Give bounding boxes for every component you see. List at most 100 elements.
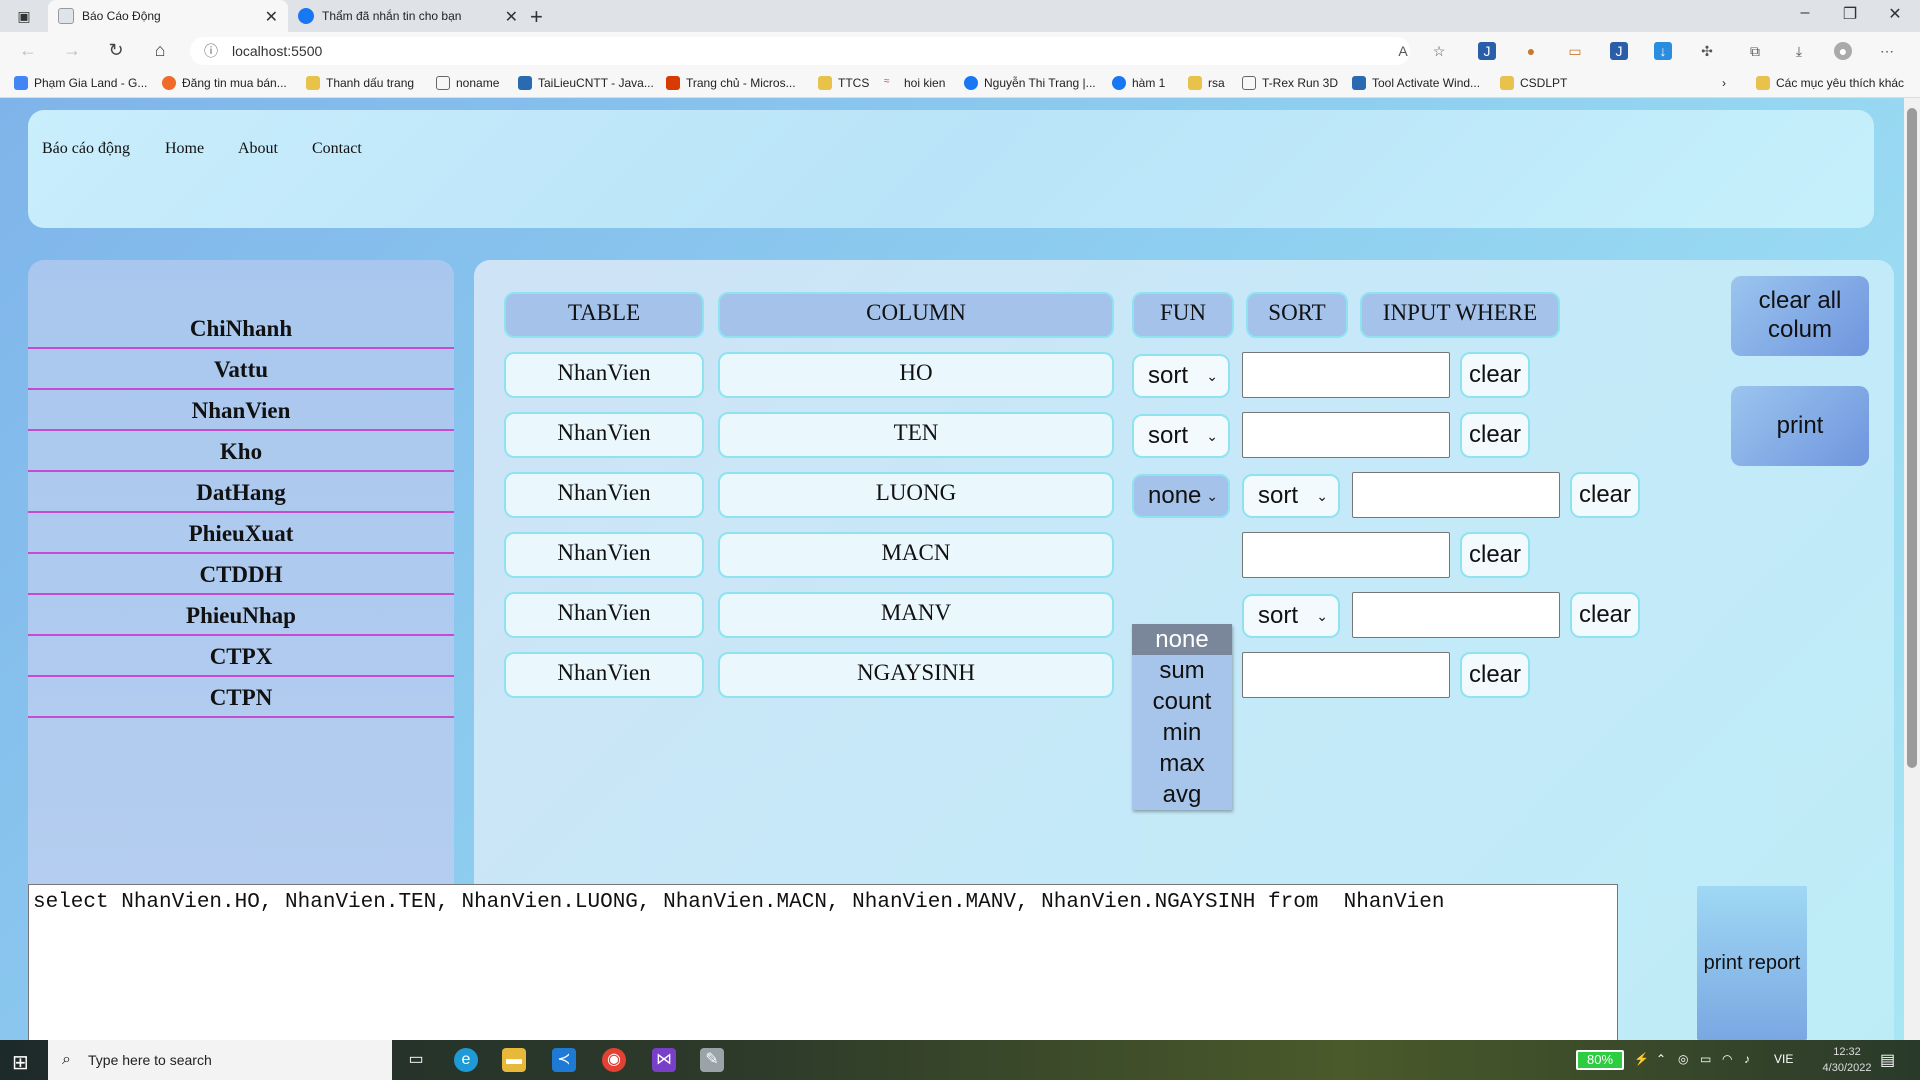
extension-icon[interactable]: J	[1610, 42, 1628, 60]
bookmark-item[interactable]: TaiLieuCNTT - Java...	[518, 76, 654, 90]
collections-icon[interactable]: ⧉	[1746, 42, 1764, 60]
sidebar-item-phieuxuat[interactable]: PhieuXuat	[28, 513, 454, 554]
bookmark-item[interactable]: ≈ hoi kien	[884, 76, 945, 90]
sidebar-item-dathang[interactable]: DatHang	[28, 472, 454, 513]
network-icon[interactable]: ◎	[1678, 1052, 1688, 1066]
sort-select[interactable]: sort ⌄	[1132, 414, 1230, 458]
sidebar-item-ctpn[interactable]: CTPN	[28, 677, 454, 718]
sort-select[interactable]: sort ⌄	[1242, 474, 1340, 518]
sidebar-item-ctpx[interactable]: CTPX	[28, 636, 454, 677]
new-tab-button[interactable]: +	[530, 4, 543, 30]
bookmark-item[interactable]: Đăng tin mua bán...	[162, 76, 287, 90]
visual-studio-icon[interactable]: ⋈	[652, 1048, 676, 1072]
close-tab-icon[interactable]: ✕	[265, 7, 278, 27]
page-scrollbar[interactable]	[1904, 98, 1920, 1040]
site-info-icon[interactable]: ⓘ	[204, 37, 218, 65]
notifications-icon[interactable]: ▤	[1880, 1050, 1895, 1070]
refresh-icon[interactable]: ↻	[104, 40, 128, 61]
downloads-icon[interactable]: ⤓	[1790, 42, 1808, 60]
edge-icon[interactable]: e	[454, 1048, 478, 1072]
brand-link[interactable]: Báo cáo động	[42, 140, 130, 158]
dropdown-option-sum[interactable]: sum	[1132, 655, 1232, 686]
bookmark-item[interactable]: TTCS	[818, 76, 869, 90]
power-icon[interactable]: ⚡	[1634, 1052, 1649, 1066]
tab-messages[interactable]: Thẩm đã nhắn tin cho bạn ✕	[288, 0, 528, 32]
print-report-button[interactable]: print report	[1697, 886, 1807, 1040]
battery-indicator[interactable]: 80%	[1576, 1050, 1624, 1070]
extensions-puzzle-icon[interactable]: ✣	[1698, 42, 1716, 60]
profile-avatar[interactable]: ●	[1834, 42, 1852, 60]
tray-chevron-icon[interactable]: ⌃	[1656, 1052, 1666, 1066]
where-input[interactable]	[1352, 592, 1560, 638]
sidebar-item-nhanvien[interactable]: NhanVien	[28, 390, 454, 431]
clear-button[interactable]: clear	[1570, 592, 1640, 638]
bookmark-item[interactable]: Phạm Gia Land - G...	[14, 76, 147, 90]
read-aloud-icon[interactable]: A	[1394, 42, 1412, 60]
scrollbar-thumb[interactable]	[1907, 108, 1917, 768]
nav-contact-link[interactable]: Contact	[312, 140, 362, 158]
sidebar-item-vattu[interactable]: Vattu	[28, 349, 454, 390]
minimize-icon[interactable]: –	[1790, 4, 1820, 22]
address-input[interactable]: ⓘ localhost:5500	[190, 37, 1410, 65]
bookmarks-overflow-icon[interactable]: ›	[1722, 76, 1726, 90]
bookmark-item[interactable]: Trang chủ - Micros...	[666, 76, 796, 90]
where-input[interactable]	[1242, 652, 1450, 698]
bookmark-item[interactable]: Tool Activate Wind...	[1352, 76, 1480, 90]
wifi-icon[interactable]: ◠	[1722, 1052, 1732, 1066]
app-icon[interactable]: ✎	[700, 1048, 724, 1072]
restore-icon[interactable]: ❐	[1835, 4, 1865, 24]
taskbar-search-input[interactable]: ⌕ Type here to search	[48, 1040, 392, 1080]
sidebar-item-chinhanh[interactable]: ChiNhanh	[28, 308, 454, 349]
close-tab-icon[interactable]: ✕	[505, 7, 518, 27]
favorite-star-icon[interactable]: ☆	[1430, 42, 1448, 60]
bookmark-item[interactable]: rsa	[1188, 76, 1225, 90]
sidebar-item-phieunhap[interactable]: PhieuNhap	[28, 595, 454, 636]
extension-icon[interactable]: ●	[1522, 42, 1540, 60]
chrome-icon[interactable]: ◉	[602, 1048, 626, 1072]
task-view-icon[interactable]: ▭	[404, 1048, 428, 1072]
bookmark-item[interactable]: CSDLPT	[1500, 76, 1567, 90]
clear-button[interactable]: clear	[1460, 412, 1530, 458]
bookmark-item[interactable]: noname	[436, 76, 499, 90]
sort-select[interactable]: sort ⌄	[1242, 594, 1340, 638]
vscode-icon[interactable]: ≺	[552, 1048, 576, 1072]
taskbar-clock[interactable]: 12:32 4/30/2022	[1822, 1044, 1872, 1076]
language-indicator[interactable]: VIE	[1774, 1052, 1793, 1066]
where-input[interactable]	[1242, 532, 1450, 578]
nav-home-link[interactable]: Home	[165, 140, 204, 158]
extension-icon[interactable]: ↓	[1654, 42, 1672, 60]
bookmark-item[interactable]: T-Rex Run 3D	[1242, 76, 1338, 90]
other-favorites[interactable]: Các mục yêu thích khác	[1756, 76, 1904, 90]
where-input[interactable]	[1242, 352, 1450, 398]
tab-actions-icon[interactable]: ▣	[10, 6, 38, 26]
bookmark-item[interactable]: hàm 1	[1112, 76, 1165, 90]
nav-about-link[interactable]: About	[238, 140, 278, 158]
back-icon[interactable]: ←	[16, 40, 40, 61]
fun-select[interactable]: none ⌄	[1132, 474, 1230, 518]
dropdown-option-max[interactable]: max	[1132, 748, 1232, 779]
sidebar-item-ctddh[interactable]: CTDDH	[28, 554, 454, 595]
home-icon[interactable]: ⌂	[148, 40, 172, 61]
extension-icon[interactable]: ▭	[1566, 42, 1584, 60]
bookmark-item[interactable]: Nguyễn Thi Trang |...	[964, 76, 1096, 90]
clear-all-columns-button[interactable]: clear all colum	[1731, 276, 1869, 356]
battery-icon[interactable]: ▭	[1700, 1052, 1711, 1066]
dropdown-option-min[interactable]: min	[1132, 717, 1232, 748]
file-explorer-icon[interactable]: ▬	[502, 1048, 526, 1072]
more-menu-icon[interactable]: ⋯	[1878, 42, 1896, 60]
dropdown-option-count[interactable]: count	[1132, 686, 1232, 717]
clear-button[interactable]: clear	[1570, 472, 1640, 518]
tab-bao-cao-dong[interactable]: Báo Cáo Động ✕	[48, 0, 288, 32]
dropdown-option-none[interactable]: none	[1132, 624, 1232, 655]
where-input[interactable]	[1352, 472, 1560, 518]
sidebar-item-kho[interactable]: Kho	[28, 431, 454, 472]
bookmark-item[interactable]: Thanh dấu trang	[306, 76, 414, 90]
forward-icon[interactable]: →	[60, 40, 84, 61]
query-textarea[interactable]: select NhanVien.HO, NhanVien.TEN, NhanVi…	[28, 884, 1618, 1040]
sort-select[interactable]: sort ⌄	[1132, 354, 1230, 398]
extension-icon[interactable]: J	[1478, 42, 1496, 60]
clear-button[interactable]: clear	[1460, 352, 1530, 398]
clear-button[interactable]: clear	[1460, 532, 1530, 578]
where-input[interactable]	[1242, 412, 1450, 458]
window-close-icon[interactable]: ✕	[1880, 4, 1910, 24]
